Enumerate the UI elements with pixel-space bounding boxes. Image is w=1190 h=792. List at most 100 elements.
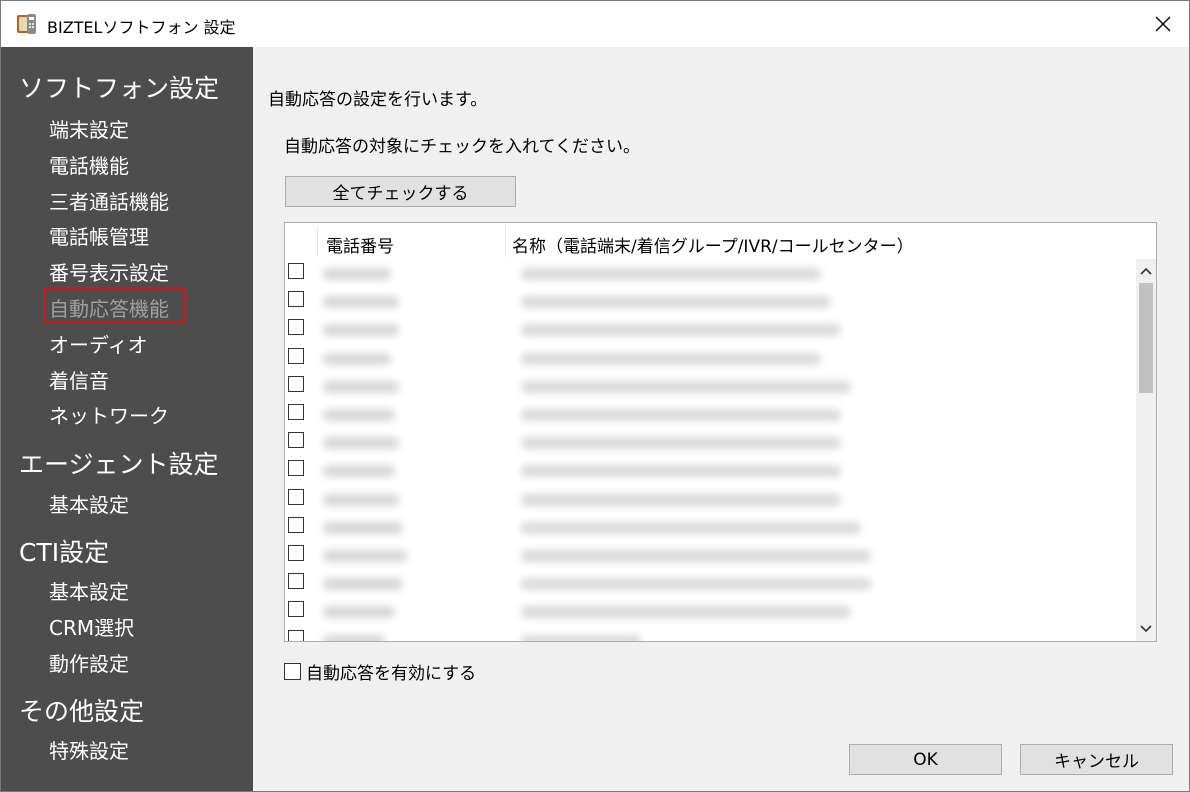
name-cell xyxy=(521,550,871,562)
name-cell xyxy=(521,578,871,591)
list-header: 電話番号 名称（電話端末/着信グループ/IVR/コールセンター） xyxy=(285,223,1156,259)
title-bar: BIZTELソフトフォン 設定 xyxy=(1,1,1189,47)
name-cell xyxy=(521,437,841,450)
table-row[interactable] xyxy=(285,287,1130,315)
main-panel: 自動応答の設定を行います。 自動応答の対象にチェックを入れてください。 全てチェ… xyxy=(253,47,1189,791)
row-checkbox[interactable] xyxy=(288,319,304,336)
phone-number-cell xyxy=(323,380,399,393)
name-cell xyxy=(521,493,841,506)
table-row[interactable] xyxy=(285,428,1130,456)
column-divider xyxy=(505,227,506,257)
table-row[interactable] xyxy=(285,400,1130,428)
cancel-button[interactable]: キャンセル xyxy=(1020,744,1173,775)
name-cell xyxy=(521,268,821,280)
row-checkbox[interactable] xyxy=(288,291,304,308)
auto-answer-target-list: 電話番号 名称（電話端末/着信グループ/IVR/コールセンター） xyxy=(284,222,1157,642)
table-row[interactable] xyxy=(285,513,1130,541)
row-checkbox[interactable] xyxy=(288,573,304,590)
table-row[interactable] xyxy=(285,259,1130,287)
row-checkbox[interactable] xyxy=(288,432,304,449)
table-row[interactable] xyxy=(285,626,1130,641)
row-checkbox[interactable] xyxy=(288,545,304,561)
column-header-name[interactable]: 名称（電話端末/着信グループ/IVR/コールセンター） xyxy=(512,232,914,257)
close-button[interactable] xyxy=(1137,1,1189,47)
row-checkbox[interactable] xyxy=(288,263,304,279)
row-checkbox[interactable] xyxy=(288,601,304,618)
sidebar-item-behavior[interactable]: 動作設定 xyxy=(49,648,129,677)
sidebar-category-cti[interactable]: CTI設定 xyxy=(19,533,109,569)
enable-auto-answer-label: 自動応答を有効にする xyxy=(306,663,477,684)
sidebar-item-crm-select[interactable]: CRM選択 xyxy=(49,612,134,641)
name-cell xyxy=(521,409,841,421)
scroll-down-button[interactable] xyxy=(1136,619,1156,639)
phone-number-cell xyxy=(323,606,395,619)
sidebar-item-network[interactable]: ネットワーク xyxy=(49,400,169,429)
phone-app-icon xyxy=(15,12,39,36)
sidebar-item-audio[interactable]: オーディオ xyxy=(49,329,148,358)
sidebar-item-agent-basic[interactable]: 基本設定 xyxy=(49,489,129,518)
row-checkbox[interactable] xyxy=(288,488,304,505)
table-row[interactable] xyxy=(285,456,1130,484)
window-title: BIZTELソフトフォン 設定 xyxy=(47,18,236,37)
row-checkbox[interactable] xyxy=(288,516,304,533)
phone-number-cell xyxy=(323,437,399,450)
settings-window: BIZTELソフトフォン 設定 ソフトフォン設定 端末設定 電話機能 三者通話機… xyxy=(0,0,1190,792)
sidebar-item-number-display[interactable]: 番号表示設定 xyxy=(49,257,169,286)
name-cell xyxy=(521,465,841,478)
ok-button[interactable]: OK xyxy=(849,744,1002,775)
sidebar-item-phonebook[interactable]: 電話帳管理 xyxy=(49,221,149,250)
sidebar-item-three-way-call[interactable]: 三者通話機能 xyxy=(49,186,169,215)
table-row[interactable] xyxy=(285,597,1130,625)
chevron-down-icon xyxy=(1140,625,1152,633)
enable-auto-answer-option[interactable]: 自動応答を有効にする xyxy=(284,660,477,684)
row-checkbox[interactable] xyxy=(288,404,304,420)
phone-number-cell xyxy=(323,296,399,309)
phone-number-cell xyxy=(323,521,403,534)
row-checkbox[interactable] xyxy=(288,460,304,477)
phone-number-cell xyxy=(323,409,395,421)
name-cell xyxy=(521,634,641,641)
name-cell xyxy=(521,606,851,619)
phone-number-cell xyxy=(323,352,391,365)
sidebar-item-terminal[interactable]: 端末設定 xyxy=(49,114,129,143)
settings-sidebar: ソフトフォン設定 端末設定 電話機能 三者通話機能 電話帳管理 番号表示設定 自… xyxy=(1,47,253,791)
phone-number-cell xyxy=(323,324,399,337)
row-checkbox[interactable] xyxy=(288,347,304,364)
table-row[interactable] xyxy=(285,372,1130,400)
instruction-text: 自動応答の対象にチェックを入れてください。 xyxy=(284,137,640,157)
name-cell xyxy=(521,296,831,309)
phone-number-cell xyxy=(323,493,399,506)
table-row[interactable] xyxy=(285,344,1130,372)
name-cell xyxy=(521,352,821,365)
phone-number-cell xyxy=(323,550,407,562)
sidebar-item-auto-answer[interactable]: 自動応答機能 xyxy=(49,293,169,322)
row-checkbox[interactable] xyxy=(288,375,304,392)
sidebar-item-ringtone[interactable]: 着信音 xyxy=(49,365,109,394)
row-checkbox[interactable] xyxy=(288,629,304,641)
table-row[interactable] xyxy=(285,541,1130,569)
list-scrollbar[interactable] xyxy=(1136,259,1156,641)
sidebar-category-other[interactable]: その他設定 xyxy=(19,692,144,728)
name-cell xyxy=(521,324,841,337)
name-cell xyxy=(521,380,851,393)
sidebar-item-cti-basic[interactable]: 基本設定 xyxy=(49,576,129,605)
enable-auto-answer-checkbox[interactable] xyxy=(284,662,301,680)
sidebar-item-phone-features[interactable]: 電話機能 xyxy=(49,150,129,179)
phone-number-cell xyxy=(323,465,395,478)
name-cell xyxy=(521,521,861,534)
page-heading: 自動応答の設定を行います。 xyxy=(268,90,488,110)
sidebar-item-special[interactable]: 特殊設定 xyxy=(49,735,129,764)
check-all-button[interactable]: 全てチェックする xyxy=(285,176,516,207)
sidebar-category-agent[interactable]: エージェント設定 xyxy=(19,445,219,481)
phone-number-cell xyxy=(323,578,403,591)
close-icon xyxy=(1155,16,1171,32)
scroll-thumb[interactable] xyxy=(1139,283,1153,393)
column-divider xyxy=(317,227,318,257)
sidebar-category-softphone[interactable]: ソフトフォン設定 xyxy=(19,69,219,105)
table-row[interactable] xyxy=(285,315,1130,343)
phone-number-cell xyxy=(323,634,385,641)
table-row[interactable] xyxy=(285,569,1130,597)
table-row[interactable] xyxy=(285,485,1130,513)
scroll-up-button[interactable] xyxy=(1136,261,1156,281)
column-header-phone-number[interactable]: 電話番号 xyxy=(326,232,394,257)
